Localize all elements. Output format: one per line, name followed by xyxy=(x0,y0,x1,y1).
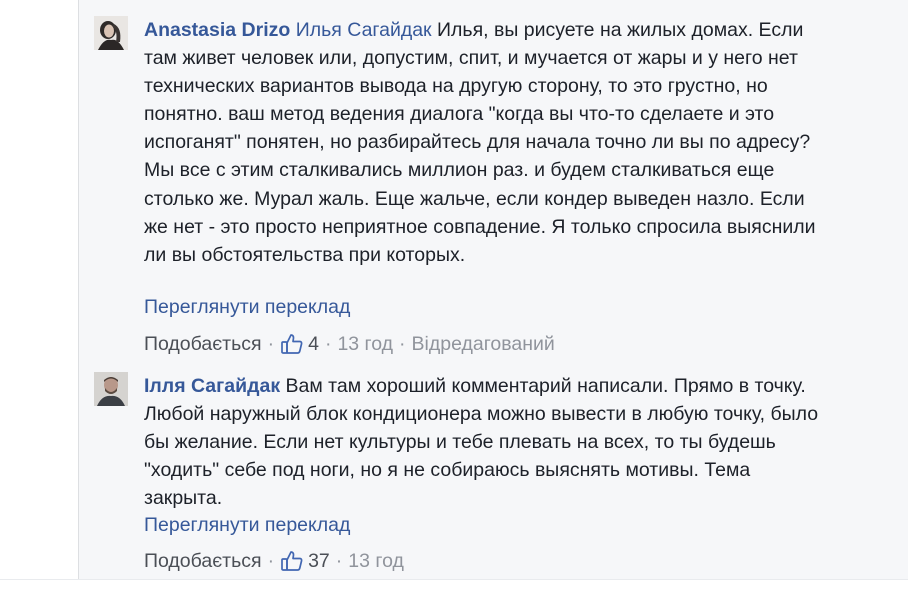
thumbs-up-icon[interactable] xyxy=(280,332,304,356)
avatar[interactable] xyxy=(94,16,128,50)
comment-actions: Подобається · 4 · 13 год · Відредаговани… xyxy=(144,332,555,356)
separator: · xyxy=(335,550,343,572)
divider xyxy=(0,579,908,580)
avatar[interactable] xyxy=(94,372,128,406)
comment-body: Anastasia Drizo Илья Сагайдак Илья, вы р… xyxy=(144,16,824,269)
comment-author[interactable]: Ілля Сагайдак xyxy=(144,375,280,397)
comment-text: Илья, вы рисуете на жилых домах. Если та… xyxy=(144,19,816,266)
separator: · xyxy=(267,333,275,355)
like-link[interactable]: Подобається xyxy=(144,549,262,573)
thumbs-up-icon[interactable] xyxy=(280,549,304,573)
see-translation-link[interactable]: Переглянути переклад xyxy=(144,513,350,537)
like-count[interactable]: 4 xyxy=(308,332,319,356)
comment-author[interactable]: Anastasia Drizo xyxy=(144,19,290,41)
separator: · xyxy=(267,550,275,572)
see-translation-link[interactable]: Переглянути переклад xyxy=(144,295,350,319)
comment-timestamp[interactable]: 13 год xyxy=(348,549,404,573)
like-count[interactable]: 37 xyxy=(308,549,330,573)
comment-timestamp[interactable]: 13 год xyxy=(337,332,393,356)
comment-actions: Подобається · 37 · 13 год xyxy=(144,549,404,573)
comment-body: Ілля Сагайдак Вам там хороший комментари… xyxy=(144,372,824,512)
separator: · xyxy=(324,333,332,355)
comment-mention[interactable]: Илья Сагайдак xyxy=(296,19,432,41)
edited-label[interactable]: Відредагований xyxy=(412,332,555,356)
separator: · xyxy=(399,333,406,355)
like-link[interactable]: Подобається xyxy=(144,332,262,356)
